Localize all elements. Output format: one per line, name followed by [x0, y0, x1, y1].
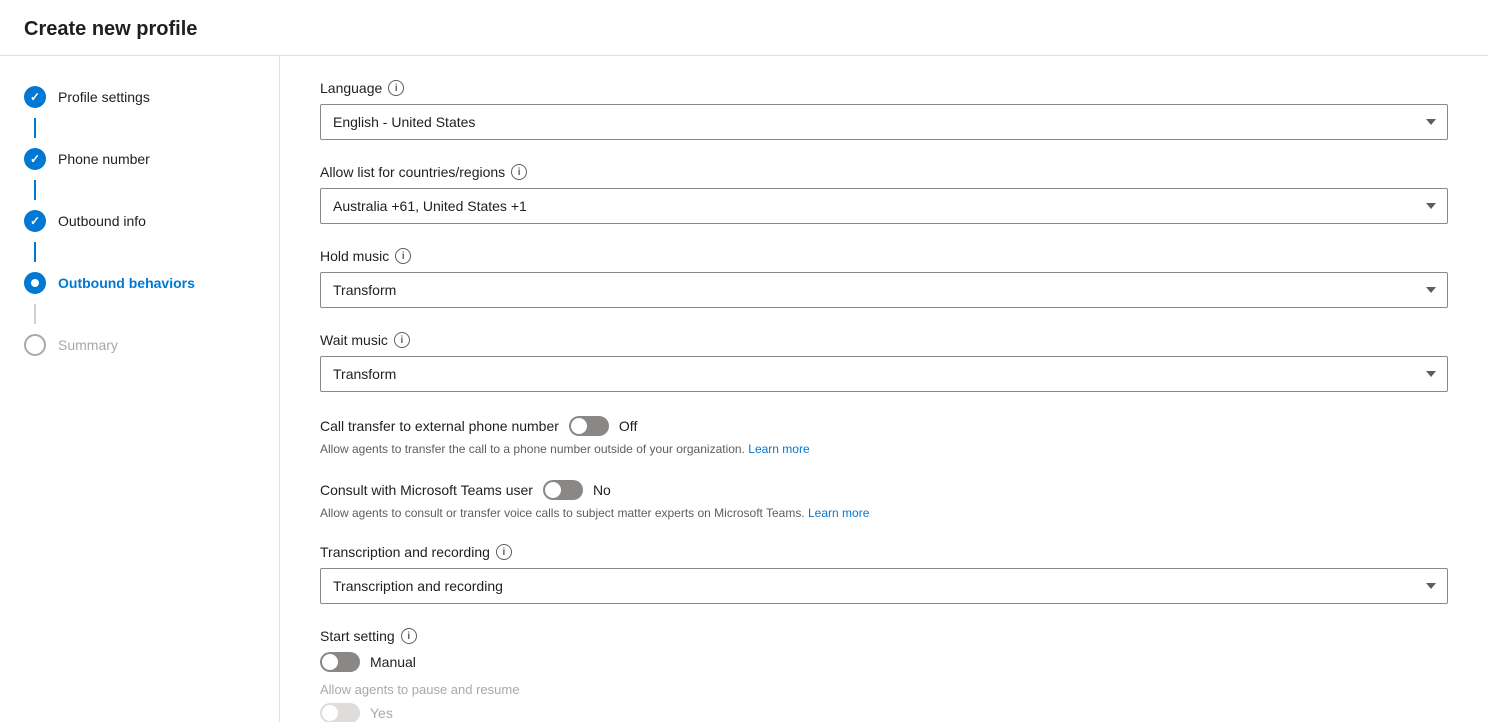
allow-list-select[interactable]: Australia +61, United States +1: [320, 188, 1448, 224]
call-transfer-learn-more[interactable]: Learn more: [748, 442, 809, 456]
checkmark-icon-2: ✓: [30, 152, 40, 166]
language-select[interactable]: English - United States English - United…: [320, 104, 1448, 140]
step-circle-summary: [24, 334, 46, 356]
step-connector-2: [34, 180, 36, 200]
start-setting-label: Start setting: [320, 628, 395, 644]
consult-teams-group: Consult with Microsoft Teams user No All…: [320, 480, 1448, 520]
call-transfer-toggle[interactable]: [569, 416, 609, 436]
step-circle-outbound-info: ✓: [24, 210, 46, 232]
consult-teams-description: Allow agents to consult or transfer voic…: [320, 506, 1448, 520]
consult-teams-label: Consult with Microsoft Teams user: [320, 482, 533, 498]
step-connector-1: [34, 118, 36, 138]
hold-music-select-wrapper: Transform Default Custom: [320, 272, 1448, 308]
allow-agents-toggle[interactable]: [320, 703, 360, 722]
sub-toggle-row: Yes: [320, 703, 1448, 722]
wait-music-label: Wait music: [320, 332, 388, 348]
wait-music-group: Wait music i Transform Default Custom: [320, 332, 1448, 392]
allow-list-info-icon[interactable]: i: [511, 164, 527, 180]
consult-teams-toggle[interactable]: [543, 480, 583, 500]
call-transfer-group: Call transfer to external phone number O…: [320, 416, 1448, 456]
step-connector-4: [34, 304, 36, 324]
step-connector-3: [34, 242, 36, 262]
consult-teams-learn-more[interactable]: Learn more: [808, 506, 869, 520]
main-content: Language i English - United States Engli…: [280, 56, 1488, 722]
sidebar-label-outbound-info: Outbound info: [58, 213, 146, 229]
sidebar: ✓ Profile settings ✓ Phone number ✓ Outb…: [0, 56, 280, 722]
wait-music-select-wrapper: Transform Default Custom: [320, 356, 1448, 392]
start-setting-knob: [322, 654, 338, 670]
language-select-wrapper: English - United States English - United…: [320, 104, 1448, 140]
sidebar-label-summary: Summary: [58, 337, 118, 353]
sidebar-label-outbound-behaviors: Outbound behaviors: [58, 275, 195, 291]
start-setting-toggle-label: Manual: [370, 654, 416, 670]
active-dot-icon: [31, 279, 39, 287]
hold-music-group: Hold music i Transform Default Custom: [320, 248, 1448, 308]
allow-list-label: Allow list for countries/regions: [320, 164, 505, 180]
allow-agents-label: Allow agents to pause and resume: [320, 682, 1448, 697]
call-transfer-knob: [571, 418, 587, 434]
start-setting-group: Start setting i Manual Allow agents to p…: [320, 628, 1448, 722]
sidebar-item-phone-number[interactable]: ✓ Phone number: [0, 138, 279, 180]
page-title: Create new profile: [0, 0, 1488, 56]
step-circle-profile-settings: ✓: [24, 86, 46, 108]
sidebar-item-summary[interactable]: Summary: [0, 324, 279, 366]
transcription-group: Transcription and recording i Transcript…: [320, 544, 1448, 604]
allow-agents-row: Allow agents to pause and resume Yes: [320, 682, 1448, 722]
step-circle-phone-number: ✓: [24, 148, 46, 170]
language-info-icon[interactable]: i: [388, 80, 404, 96]
allow-list-group: Allow list for countries/regions i Austr…: [320, 164, 1448, 224]
consult-teams-status: No: [593, 482, 611, 498]
start-setting-toggle[interactable]: [320, 652, 360, 672]
call-transfer-status: Off: [619, 418, 637, 434]
call-transfer-label: Call transfer to external phone number: [320, 418, 559, 434]
step-circle-outbound-behaviors: [24, 272, 46, 294]
transcription-select[interactable]: Transcription and recording Transcriptio…: [320, 568, 1448, 604]
language-group: Language i English - United States Engli…: [320, 80, 1448, 140]
transcription-label: Transcription and recording: [320, 544, 490, 560]
sidebar-label-phone-number: Phone number: [58, 151, 150, 167]
checkmark-icon-3: ✓: [30, 214, 40, 228]
sidebar-item-profile-settings[interactable]: ✓ Profile settings: [0, 76, 279, 118]
sidebar-item-outbound-info[interactable]: ✓ Outbound info: [0, 200, 279, 242]
sidebar-item-outbound-behaviors[interactable]: Outbound behaviors: [0, 262, 279, 304]
start-setting-info-icon[interactable]: i: [401, 628, 417, 644]
allow-list-select-wrapper: Australia +61, United States +1: [320, 188, 1448, 224]
transcription-select-wrapper: Transcription and recording Transcriptio…: [320, 568, 1448, 604]
start-setting-toggle-row: Manual: [320, 652, 1448, 672]
consult-teams-knob: [545, 482, 561, 498]
hold-music-info-icon[interactable]: i: [395, 248, 411, 264]
transcription-info-icon[interactable]: i: [496, 544, 512, 560]
language-label: Language: [320, 80, 382, 96]
allow-agents-status: Yes: [370, 705, 393, 721]
allow-agents-knob: [322, 705, 338, 721]
sidebar-label-profile-settings: Profile settings: [58, 89, 150, 105]
wait-music-select[interactable]: Transform Default Custom: [320, 356, 1448, 392]
hold-music-select[interactable]: Transform Default Custom: [320, 272, 1448, 308]
hold-music-label: Hold music: [320, 248, 389, 264]
call-transfer-description: Allow agents to transfer the call to a p…: [320, 442, 1448, 456]
wait-music-info-icon[interactable]: i: [394, 332, 410, 348]
checkmark-icon: ✓: [30, 90, 40, 104]
